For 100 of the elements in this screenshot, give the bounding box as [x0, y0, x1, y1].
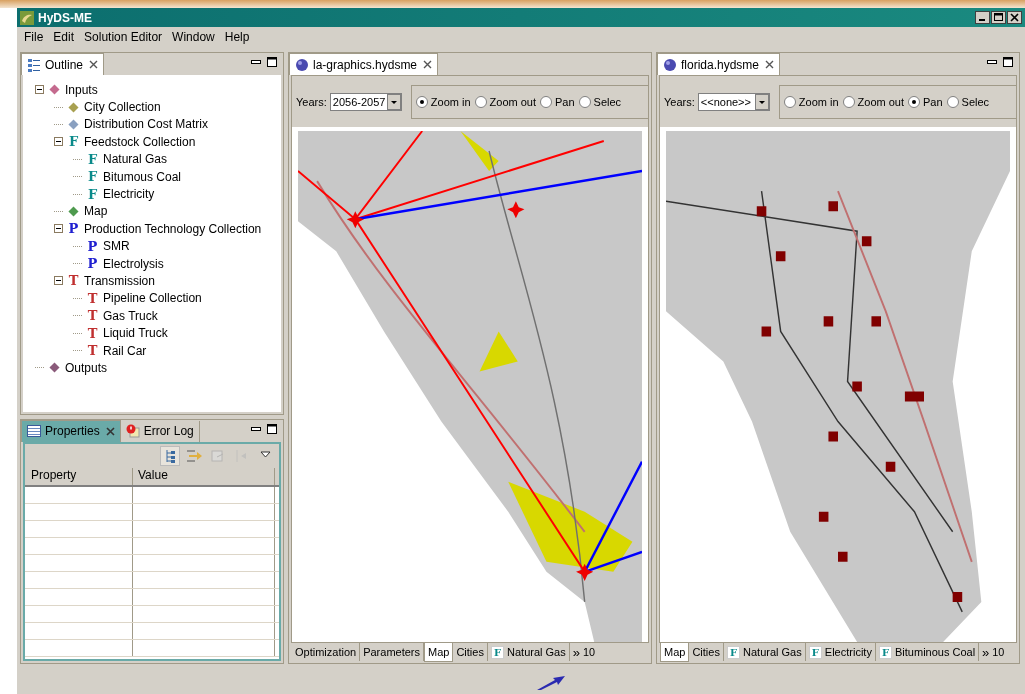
tree-item[interactable]: Distribution Cost Matrix — [84, 117, 209, 132]
type-letter: F — [87, 170, 98, 184]
type-letter: F — [87, 152, 98, 166]
page-tab[interactable]: F Bituminous Coal — [875, 643, 980, 661]
tree-item[interactable]: Inputs — [65, 82, 98, 97]
close-icon[interactable] — [765, 60, 775, 69]
collapse-icon[interactable] — [54, 137, 63, 147]
error-log-icon — [125, 424, 140, 439]
column-header[interactable]: Value — [133, 467, 275, 485]
mode-radio[interactable]: Pan — [908, 95, 943, 108]
page-tab[interactable]: F Natural Gas — [487, 643, 570, 661]
menu-item[interactable]: Edit — [48, 28, 80, 46]
outline-tab[interactable]: Outline — [21, 53, 105, 75]
arrow-icon — [537, 676, 567, 690]
maximize-icon[interactable] — [267, 57, 277, 67]
tree-item[interactable]: Production Technology Collection — [84, 221, 262, 236]
page-tab[interactable]: Map — [424, 643, 454, 662]
mode-radio[interactable]: Selec — [578, 95, 622, 108]
editor-tab[interactable]: florida.hydsme — [657, 53, 781, 75]
type-letter: P — [68, 222, 79, 236]
sphere-icon — [663, 57, 677, 72]
panel-tab[interactable]: Error Log — [120, 420, 200, 442]
tree-item[interactable]: Bitumous Coal — [103, 169, 182, 184]
type-letter: T — [68, 274, 79, 288]
sphere-icon — [295, 57, 309, 72]
tree-item[interactable]: City Collection — [84, 100, 161, 115]
maximize-icon[interactable] — [1003, 57, 1013, 67]
mode-radio[interactable]: Zoom out — [842, 95, 904, 108]
menu-item[interactable]: Window — [167, 28, 220, 46]
menu-item[interactable]: Solution Editor — [79, 28, 168, 46]
diamond-icon — [68, 118, 79, 130]
radio-icon[interactable] — [946, 95, 959, 108]
type-letter: T — [87, 291, 98, 305]
years-label: Years: — [664, 95, 695, 108]
tree-item[interactable]: SMR — [103, 239, 130, 254]
close-icon[interactable] — [423, 60, 433, 69]
window-title: HyDS-ME — [38, 10, 93, 25]
page-tab[interactable]: Optimization — [292, 643, 361, 661]
tree-item[interactable]: Map — [84, 204, 108, 219]
diamond-icon — [49, 362, 60, 374]
tree-item[interactable]: Electricity — [103, 187, 155, 202]
diamond-icon — [68, 205, 79, 217]
type-letter: T — [87, 344, 98, 358]
page-tab[interactable]: Cities — [689, 643, 724, 661]
radio-icon[interactable] — [540, 95, 552, 108]
tree-item[interactable]: Gas Truck — [103, 308, 158, 323]
type-letter: P — [87, 239, 98, 253]
radio-icon[interactable] — [415, 95, 428, 108]
radio-icon[interactable] — [783, 95, 796, 108]
maximize-button[interactable] — [991, 11, 1006, 24]
tree-item[interactable]: Transmission — [84, 274, 155, 288]
years-dropdown[interactable]: 2056-2057 — [329, 92, 402, 111]
years-dropdown[interactable]: <<none>> — [697, 92, 770, 111]
menu-item[interactable]: File — [19, 28, 49, 46]
tree-item[interactable]: Natural Gas — [103, 152, 168, 167]
table-icon — [27, 424, 41, 439]
outline-icon — [27, 57, 41, 72]
mode-radio[interactable]: Selec — [946, 95, 990, 108]
tree-item[interactable]: Feedstock Collection — [84, 134, 196, 149]
page-tab[interactable]: Cities — [453, 643, 488, 661]
type-letter: F — [68, 135, 79, 149]
type-letter: T — [87, 326, 98, 340]
years-label: Years: — [296, 95, 327, 108]
categories-icon[interactable] — [161, 446, 179, 465]
type-letter: T — [87, 309, 98, 323]
maximize-icon[interactable] — [267, 423, 277, 434]
column-header[interactable]: Property — [25, 467, 133, 485]
page-tab[interactable]: F Natural Gas — [723, 643, 806, 661]
collapse-icon[interactable] — [54, 224, 63, 234]
radio-icon[interactable] — [474, 95, 487, 108]
type-letter: F — [726, 645, 741, 659]
close-icon[interactable] — [105, 426, 115, 436]
page-tab[interactable]: F Electricity — [805, 643, 876, 661]
menu-item[interactable]: Help — [219, 28, 255, 46]
tree-item[interactable]: Liquid Truck — [103, 326, 168, 341]
mode-radio[interactable]: Zoom in — [783, 95, 839, 108]
tree-item[interactable]: Outputs — [65, 360, 108, 375]
mode-radio[interactable]: Zoom out — [474, 95, 536, 108]
close-button[interactable] — [1007, 11, 1022, 24]
tree-item[interactable]: Pipeline Collection — [103, 291, 202, 306]
tree-item[interactable]: Rail Car — [103, 343, 147, 358]
mode-radio[interactable]: Pan — [540, 95, 575, 108]
close-icon[interactable] — [89, 60, 99, 69]
radio-icon[interactable] — [842, 95, 855, 108]
type-letter: P — [87, 257, 98, 271]
app-icon — [20, 10, 34, 25]
minimize-button[interactable] — [975, 11, 990, 24]
mode-radio[interactable]: Zoom in — [415, 95, 471, 108]
type-letter: F — [490, 645, 505, 659]
collapse-icon[interactable] — [35, 85, 44, 95]
collapse-icon[interactable] — [54, 276, 63, 286]
diamond-icon — [68, 101, 79, 113]
editor-tab[interactable]: la-graphics.hydsme — [289, 53, 439, 75]
page-tab[interactable]: Map — [660, 643, 690, 662]
tree-item[interactable]: Electrolysis — [103, 256, 164, 271]
panel-tab[interactable]: Properties — [21, 419, 121, 442]
radio-icon[interactable] — [578, 95, 591, 108]
diamond-icon — [49, 84, 60, 96]
radio-icon[interactable] — [908, 95, 920, 108]
type-letter: F — [87, 187, 98, 201]
